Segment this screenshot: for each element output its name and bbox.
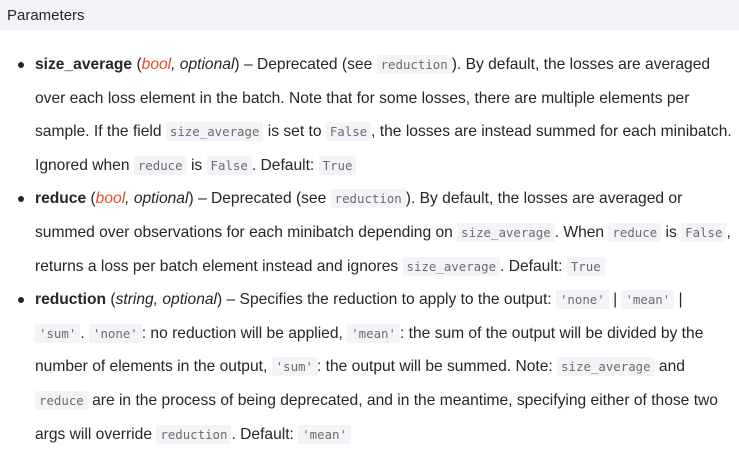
inline-code: size_average (457, 222, 555, 242)
param-type: bool, optional (142, 56, 235, 73)
inline-code: False (206, 155, 252, 175)
param-description-text: . Default: (231, 425, 299, 443)
parameter-list: size_average (bool, optional) – Deprecat… (0, 48, 739, 451)
param-type-text: , optional (171, 56, 235, 73)
param-name: size_average (35, 56, 133, 73)
param-description-text: is (186, 156, 207, 174)
inline-code: reduce (35, 390, 88, 410)
param-type-text: string, optional (115, 291, 217, 309)
param-description-text: – Specifies the reduction to apply to th… (222, 291, 556, 309)
param-description-text: | (674, 291, 683, 309)
param-description-text: . Default: (251, 156, 319, 174)
inline-code: False (325, 122, 372, 142)
inline-code: size_average (402, 256, 501, 276)
bullet-icon (18, 297, 24, 304)
param-type-link[interactable]: bool (142, 56, 171, 73)
inline-code: 'none' (88, 323, 142, 343)
inline-code: True (318, 155, 357, 175)
param-description-text: : the output will be summed. Note: (316, 358, 558, 376)
inline-code: reduction (330, 189, 406, 209)
param-description-text: . When (554, 223, 609, 241)
parameters-header: Parameters (0, 0, 739, 30)
bullet-icon (18, 62, 24, 68)
param-description-text: : no reduction will be applied, (141, 324, 348, 342)
param-type-link[interactable]: bool (96, 190, 125, 207)
param-description-text: . Default: (500, 257, 567, 275)
parameters-title: Parameters (7, 6, 85, 24)
inline-code: reduce (133, 155, 187, 175)
param-description-text: are in the process of being deprecated, … (35, 391, 718, 443)
bullet-icon (18, 196, 24, 203)
param-name: reduce (35, 190, 87, 208)
inline-code: 'mean' (347, 323, 400, 343)
param-description-text: is set to (263, 123, 326, 141)
inline-code: 'sum' (271, 357, 317, 377)
inline-code: True (566, 256, 605, 276)
inline-code: reduction (156, 424, 232, 444)
inline-code: size_average (165, 122, 264, 142)
inline-code: 'mean' (298, 424, 351, 444)
inline-code: reduction (376, 55, 452, 74)
inline-code: reduce (608, 222, 662, 242)
param-type-text: , optional (125, 190, 189, 208)
param-name: reduction (35, 291, 107, 309)
inline-code: size_average (557, 357, 655, 377)
inline-code: False (681, 222, 727, 242)
param-description-text: . (80, 324, 89, 342)
param-description-text: | (608, 291, 622, 309)
param-item-reduce: reduce (bool, optional) – Deprecated (se… (0, 182, 739, 283)
inline-code: 'none' (555, 290, 609, 310)
inline-code: 'sum' (35, 323, 81, 343)
param-description-text: – Deprecated (see (193, 190, 331, 208)
param-item-reduction: reduction (string, optional) – Specifies… (0, 283, 739, 451)
param-description-text: – Deprecated (see (239, 56, 377, 73)
inline-code: 'mean' (621, 290, 675, 310)
param-description-text: and (654, 358, 685, 376)
param-item-size-average: size_average (bool, optional) – Deprecat… (0, 48, 739, 182)
param-type: string, optional (116, 291, 217, 308)
param-type: bool, optional (96, 190, 189, 207)
param-description-text: is (661, 223, 682, 241)
